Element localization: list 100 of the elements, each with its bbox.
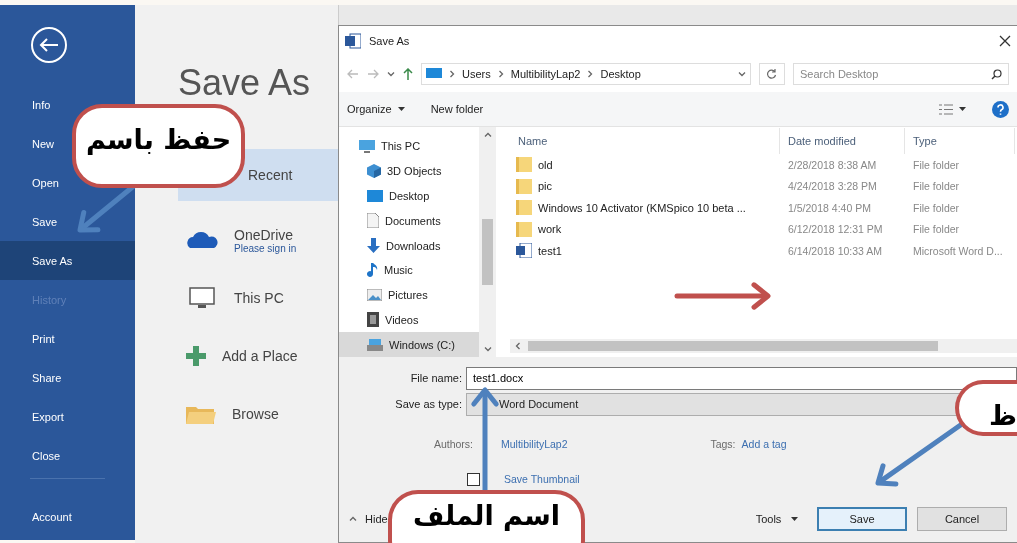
search-icon xyxy=(991,68,1002,80)
chevron-down-icon xyxy=(387,70,395,78)
folder-tree-item[interactable]: Pictures xyxy=(339,282,479,308)
chevron-up-icon xyxy=(349,515,357,523)
folder-icon xyxy=(516,178,532,194)
file-name: old xyxy=(538,158,553,171)
path-segment[interactable]: Desktop xyxy=(600,68,641,80)
film-icon xyxy=(367,312,379,328)
sidebar-item[interactable]: Save xyxy=(0,202,135,241)
folder-icon xyxy=(186,404,216,424)
place-label: OneDrive xyxy=(234,226,295,243)
folder-icon xyxy=(516,200,532,216)
field-label: Save as type: xyxy=(394,398,463,410)
column-header[interactable]: Date modified xyxy=(780,128,905,154)
scrollbar-thumb[interactable] xyxy=(482,219,493,285)
chevron-down-icon xyxy=(738,70,746,78)
sidebar-item[interactable]: Account xyxy=(0,497,135,536)
chevron-right-icon xyxy=(586,70,595,78)
path-segment[interactable]: MultibilityLap2 xyxy=(510,68,581,80)
date-cell-text: 6/12/2018 12:31 PM xyxy=(787,223,884,236)
sidebar-item[interactable]: Print xyxy=(0,319,135,358)
file-name-box[interactable]: test1.docx xyxy=(466,366,1017,390)
file-name: test1 xyxy=(538,244,562,257)
date-cell-text: 4/24/2018 3:28 PM xyxy=(787,180,878,193)
help-icon[interactable] xyxy=(992,100,1009,118)
file-name: pic xyxy=(538,180,553,193)
authors-value[interactable]: MultibilityLap2 xyxy=(501,438,568,450)
path-segment[interactable]: Users xyxy=(462,68,491,80)
list-view-icon xyxy=(939,103,953,115)
chevron-right-icon xyxy=(448,70,456,78)
file-name: work xyxy=(538,223,562,236)
tools-button[interactable]: Tools xyxy=(747,507,807,531)
scrollbar[interactable] xyxy=(479,127,496,357)
column-header[interactable]: Name xyxy=(510,128,780,154)
up-arrow-icon[interactable] xyxy=(403,68,413,80)
type-cell-text: File folder xyxy=(912,201,960,214)
view-button[interactable] xyxy=(939,103,966,115)
chevron-up-icon xyxy=(483,131,492,139)
sign-in-link[interactable]: Please sign in xyxy=(234,242,297,254)
search-box[interactable]: Search Desktop xyxy=(793,63,1009,85)
sidebar-item[interactable]: Close xyxy=(0,436,135,475)
place-label: Add a Place xyxy=(222,348,298,364)
folder-tree-item[interactable]: Documents xyxy=(339,208,479,234)
column-header[interactable]: Type xyxy=(905,128,1015,154)
hide-folders-button[interactable]: Hide xyxy=(349,513,388,525)
folder-icon xyxy=(516,157,532,173)
search-field[interactable]: Search Desktop xyxy=(800,64,991,84)
folder-tree-item[interactable]: Desktop xyxy=(339,183,479,209)
folder-tree-item[interactable]: Videos xyxy=(339,307,479,333)
place-item[interactable]: This PC xyxy=(178,269,338,327)
folder-tree-item[interactable]: Downloads xyxy=(339,233,479,258)
type-cell-text: File folder xyxy=(912,223,960,236)
address-bar[interactable]: Users MultibilityLap2 Desktop xyxy=(421,63,751,85)
folder-tree-item[interactable]: This PC xyxy=(339,134,479,159)
place-label: Recent xyxy=(248,167,293,183)
sidebar-item[interactable]: Share xyxy=(0,358,135,397)
caret-icon xyxy=(791,517,799,521)
desktop-icon xyxy=(367,189,383,202)
close-icon[interactable] xyxy=(999,35,1011,47)
sidebar-item[interactable]: Export xyxy=(0,397,135,436)
document-icon xyxy=(367,213,379,229)
plus-icon xyxy=(186,346,206,366)
caret-icon xyxy=(959,107,966,111)
word-document-icon xyxy=(516,243,532,259)
folder-tree-item[interactable]: Music xyxy=(339,257,479,283)
field-label: Tags: xyxy=(709,438,737,450)
folder-tree-item[interactable]: Windows (C:) xyxy=(339,332,479,358)
checkbox-label: Save Thumbnail xyxy=(504,473,580,485)
back-arrow-icon xyxy=(39,37,59,53)
file-row[interactable]: old 2/28/2018 8:38 AM File folder xyxy=(510,154,1017,176)
music-note-icon xyxy=(367,262,378,278)
place-item[interactable]: Add a Place xyxy=(178,327,338,385)
place-item[interactable]: OneDrive Please sign in xyxy=(178,211,338,269)
file-row[interactable]: Windows 10 Activator (KMSpico 10 beta ... 1/5/2018 4:40 PM File folder xyxy=(510,197,1017,219)
type-cell-text: File folder xyxy=(912,158,960,171)
date-cell-text: 6/14/2018 10:33 AM xyxy=(787,244,883,257)
type-cell-text: Microsoft Word D... xyxy=(912,244,1003,257)
checkbox[interactable] xyxy=(467,472,480,486)
organize-button[interactable]: Organize xyxy=(347,103,405,115)
dialog-title: Save As xyxy=(369,35,411,47)
chevron-left-icon xyxy=(514,342,522,350)
annotation-tooltip: ظ xyxy=(955,380,1017,436)
cloud-icon xyxy=(186,231,218,249)
date-cell-text: 2/28/2018 8:38 AM xyxy=(787,158,878,171)
scrollbar[interactable] xyxy=(510,339,1017,353)
add-tag-link[interactable]: Add a tag xyxy=(741,438,787,450)
dialog-button[interactable]: Cancel xyxy=(917,507,1007,531)
file-row[interactable]: test1 6/14/2018 10:33 AM Microsoft Word D... xyxy=(510,240,1017,262)
file-row[interactable]: pic 4/24/2018 3:28 PM File folder xyxy=(510,175,1017,197)
type-cell-text: File folder xyxy=(912,180,960,193)
refresh-button[interactable] xyxy=(759,63,785,85)
back-button[interactable] xyxy=(31,27,67,63)
new-folder-button[interactable]: New folder xyxy=(430,103,484,115)
drive-icon xyxy=(367,338,383,351)
place-item[interactable]: Browse xyxy=(178,385,338,443)
file-row[interactable]: work 6/12/2018 12:31 PM File folder xyxy=(510,218,1017,240)
dialog-button[interactable]: Save xyxy=(817,507,907,531)
sidebar-item[interactable]: Save As xyxy=(0,241,135,280)
folder-tree-item[interactable]: 3D Objects xyxy=(339,158,479,184)
picture-icon xyxy=(367,289,382,302)
